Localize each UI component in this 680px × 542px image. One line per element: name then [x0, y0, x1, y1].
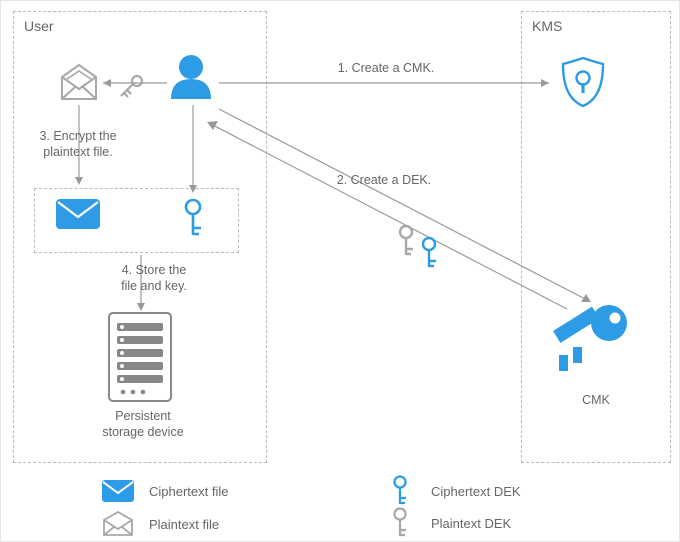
user-icon: [171, 55, 211, 99]
cmk-label: CMK: [561, 393, 631, 409]
ciphertext-dek-legend-icon: [383, 475, 417, 507]
cmk-key-icon: [553, 305, 627, 371]
legend-ciphertext-dek: Ciphertext DEK: [383, 475, 521, 507]
diagram-canvas: User KMS: [0, 0, 680, 542]
step4-label: 4. Store the file and key.: [99, 263, 209, 294]
plaintext-dek-on-arrow-icon: [400, 226, 413, 255]
plaintext-file-icon: [62, 65, 96, 99]
storage-device-icon: [109, 313, 171, 401]
ciphertext-dek-icon: [186, 200, 201, 235]
plaintext-file-legend-icon: [101, 511, 135, 537]
legend-ciphertext-file: Ciphertext file: [101, 479, 228, 503]
legend-label: Plaintext file: [149, 517, 219, 532]
legend-label: Plaintext DEK: [431, 516, 511, 531]
ciphertext-file-icon: [56, 199, 100, 229]
legend-plaintext-dek: Plaintext DEK: [383, 507, 511, 539]
plaintext-dek-legend-icon: [383, 507, 417, 539]
shield-icon: [563, 58, 603, 106]
plaintext-key-on-arrow-icon: [121, 76, 142, 97]
ciphertext-dek-on-arrow-icon: [423, 238, 436, 267]
step2-label: 2. Create a DEK.: [319, 173, 449, 189]
legend-plaintext-file: Plaintext file: [101, 511, 219, 537]
step1-label: 1. Create a CMK.: [316, 61, 456, 77]
step3-label: 3. Encrypt the plaintext file.: [23, 129, 133, 160]
storage-label: Persistent storage device: [93, 409, 193, 440]
legend-label: Ciphertext file: [149, 484, 228, 499]
legend-label: Ciphertext DEK: [431, 484, 521, 499]
ciphertext-file-legend-icon: [101, 479, 135, 503]
